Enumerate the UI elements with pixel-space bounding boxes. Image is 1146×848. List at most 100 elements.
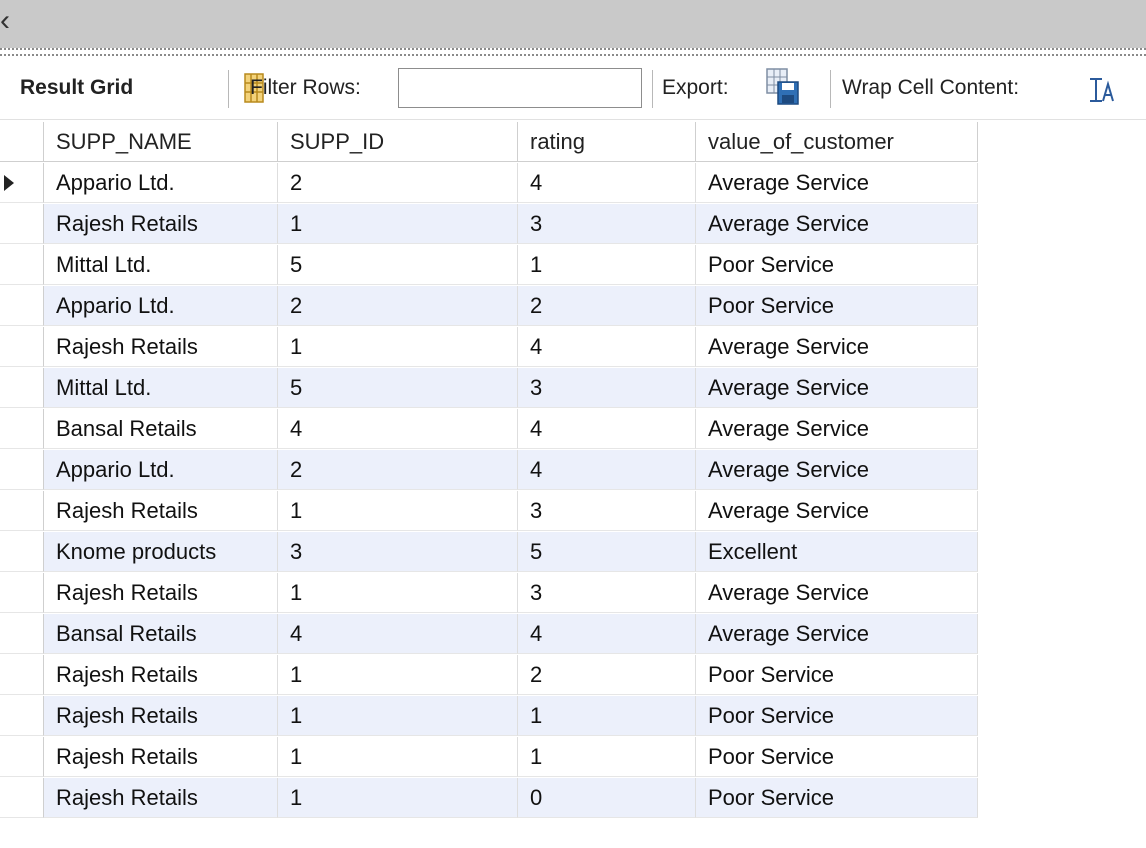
cell-value-of-customer[interactable]: Poor Service bbox=[696, 737, 978, 777]
cell-value-of-customer[interactable]: Average Service bbox=[696, 368, 978, 408]
cell-supp-id[interactable]: 3 bbox=[278, 532, 518, 572]
cell-rating[interactable]: 4 bbox=[518, 327, 696, 367]
table-row[interactable]: Appario Ltd. 2 4 Average Service bbox=[0, 163, 978, 203]
cell-supp-name[interactable]: Rajesh Retails bbox=[44, 491, 278, 531]
row-selector[interactable] bbox=[0, 204, 44, 244]
cell-supp-id[interactable]: 1 bbox=[278, 491, 518, 531]
row-selector[interactable] bbox=[0, 327, 44, 367]
cell-supp-id[interactable]: 1 bbox=[278, 327, 518, 367]
cell-supp-name[interactable]: Rajesh Retails bbox=[44, 327, 278, 367]
cell-value-of-customer[interactable]: Average Service bbox=[696, 573, 978, 613]
cell-supp-id[interactable]: 1 bbox=[278, 696, 518, 736]
cell-supp-id[interactable]: 4 bbox=[278, 409, 518, 449]
cell-rating[interactable]: 2 bbox=[518, 286, 696, 326]
cell-supp-name[interactable]: Rajesh Retails bbox=[44, 655, 278, 695]
cell-value-of-customer[interactable]: Poor Service bbox=[696, 696, 978, 736]
cell-value-of-customer[interactable]: Poor Service bbox=[696, 245, 978, 285]
cell-rating[interactable]: 5 bbox=[518, 532, 696, 572]
cell-supp-id[interactable]: 4 bbox=[278, 614, 518, 654]
cell-value-of-customer[interactable]: Average Service bbox=[696, 491, 978, 531]
row-selector[interactable] bbox=[0, 245, 44, 285]
cell-supp-name[interactable]: Rajesh Retails bbox=[44, 204, 278, 244]
cell-value-of-customer[interactable]: Average Service bbox=[696, 450, 978, 490]
cell-rating[interactable]: 4 bbox=[518, 614, 696, 654]
cell-value-of-customer[interactable]: Average Service bbox=[696, 327, 978, 367]
row-selector[interactable] bbox=[0, 368, 44, 408]
cell-supp-id[interactable]: 1 bbox=[278, 737, 518, 777]
cell-supp-id[interactable]: 2 bbox=[278, 450, 518, 490]
row-selector[interactable] bbox=[0, 614, 44, 654]
column-header-supp-id[interactable]: SUPP_ID bbox=[278, 122, 518, 162]
cell-supp-name[interactable]: Appario Ltd. bbox=[44, 450, 278, 490]
row-selector[interactable] bbox=[0, 450, 44, 490]
table-row[interactable]: Rajesh Retails 1 3 Average Service bbox=[0, 204, 978, 244]
cell-rating[interactable]: 4 bbox=[518, 409, 696, 449]
cell-rating[interactable]: 4 bbox=[518, 450, 696, 490]
cell-rating[interactable]: 2 bbox=[518, 655, 696, 695]
column-header-rating[interactable]: rating bbox=[518, 122, 696, 162]
cell-value-of-customer[interactable]: Average Service bbox=[696, 409, 978, 449]
cell-supp-id[interactable]: 5 bbox=[278, 245, 518, 285]
cell-rating[interactable]: 3 bbox=[518, 491, 696, 531]
table-row[interactable]: Rajesh Retails 1 4 Average Service bbox=[0, 327, 978, 367]
cell-value-of-customer[interactable]: Average Service bbox=[696, 163, 978, 203]
table-row[interactable]: Rajesh Retails 1 1 Poor Service bbox=[0, 737, 978, 777]
cell-supp-id[interactable]: 1 bbox=[278, 573, 518, 613]
cell-rating[interactable]: 1 bbox=[518, 737, 696, 777]
export-icon[interactable] bbox=[766, 68, 800, 106]
cell-supp-name[interactable]: Rajesh Retails bbox=[44, 778, 278, 818]
filter-rows-input[interactable] bbox=[398, 68, 642, 108]
cell-supp-id[interactable]: 1 bbox=[278, 655, 518, 695]
cell-supp-id[interactable]: 1 bbox=[278, 204, 518, 244]
cell-value-of-customer[interactable]: Average Service bbox=[696, 204, 978, 244]
cell-value-of-customer[interactable]: Average Service bbox=[696, 614, 978, 654]
collapse-chevron-icon[interactable]: ‹ bbox=[0, 4, 16, 44]
row-selector[interactable] bbox=[0, 163, 44, 203]
table-row[interactable]: Bansal Retails 4 4 Average Service bbox=[0, 409, 978, 449]
table-row[interactable]: Rajesh Retails 1 2 Poor Service bbox=[0, 655, 978, 695]
row-selector[interactable] bbox=[0, 409, 44, 449]
column-header-supp-name[interactable]: SUPP_NAME bbox=[44, 122, 278, 162]
table-row[interactable]: Rajesh Retails 1 3 Average Service bbox=[0, 491, 978, 531]
splitter-handle[interactable] bbox=[0, 48, 1146, 56]
cell-supp-id[interactable]: 2 bbox=[278, 286, 518, 326]
cell-supp-name[interactable]: Bansal Retails bbox=[44, 614, 278, 654]
cell-supp-name[interactable]: Rajesh Retails bbox=[44, 696, 278, 736]
cell-supp-id[interactable]: 1 bbox=[278, 778, 518, 818]
cell-supp-id[interactable]: 5 bbox=[278, 368, 518, 408]
cell-supp-name[interactable]: Mittal Ltd. bbox=[44, 368, 278, 408]
cell-rating[interactable]: 1 bbox=[518, 245, 696, 285]
row-selector[interactable] bbox=[0, 491, 44, 531]
cell-supp-name[interactable]: Knome products bbox=[44, 532, 278, 572]
cell-rating[interactable]: 1 bbox=[518, 696, 696, 736]
cell-supp-id[interactable]: 2 bbox=[278, 163, 518, 203]
table-row[interactable]: Mittal Ltd. 5 3 Average Service bbox=[0, 368, 978, 408]
row-selector[interactable] bbox=[0, 696, 44, 736]
table-row[interactable]: Rajesh Retails 1 0 Poor Service bbox=[0, 778, 978, 818]
table-row[interactable]: Bansal Retails 4 4 Average Service bbox=[0, 614, 978, 654]
table-row[interactable]: Rajesh Retails 1 3 Average Service bbox=[0, 573, 978, 613]
cell-rating[interactable]: 0 bbox=[518, 778, 696, 818]
row-selector[interactable] bbox=[0, 532, 44, 572]
cell-value-of-customer[interactable]: Excellent bbox=[696, 532, 978, 572]
row-selector[interactable] bbox=[0, 737, 44, 777]
row-selector[interactable] bbox=[0, 655, 44, 695]
cell-rating[interactable]: 3 bbox=[518, 368, 696, 408]
table-row[interactable]: Mittal Ltd. 5 1 Poor Service bbox=[0, 245, 978, 285]
table-row[interactable]: Knome products 3 5 Excellent bbox=[0, 532, 978, 572]
row-selector[interactable] bbox=[0, 778, 44, 818]
wrap-cell-icon[interactable] bbox=[1088, 76, 1116, 104]
row-selector[interactable] bbox=[0, 573, 44, 613]
cell-rating[interactable]: 3 bbox=[518, 204, 696, 244]
table-row[interactable]: Rajesh Retails 1 1 Poor Service bbox=[0, 696, 978, 736]
row-selector[interactable] bbox=[0, 122, 44, 162]
cell-supp-name[interactable]: Rajesh Retails bbox=[44, 737, 278, 777]
cell-rating[interactable]: 4 bbox=[518, 163, 696, 203]
column-header-value-of-customer[interactable]: value_of_customer bbox=[696, 122, 978, 162]
cell-supp-name[interactable]: Rajesh Retails bbox=[44, 573, 278, 613]
result-grid-tab[interactable]: Result Grid bbox=[20, 56, 133, 120]
cell-rating[interactable]: 3 bbox=[518, 573, 696, 613]
cell-value-of-customer[interactable]: Poor Service bbox=[696, 778, 978, 818]
cell-supp-name[interactable]: Mittal Ltd. bbox=[44, 245, 278, 285]
row-selector[interactable] bbox=[0, 286, 44, 326]
